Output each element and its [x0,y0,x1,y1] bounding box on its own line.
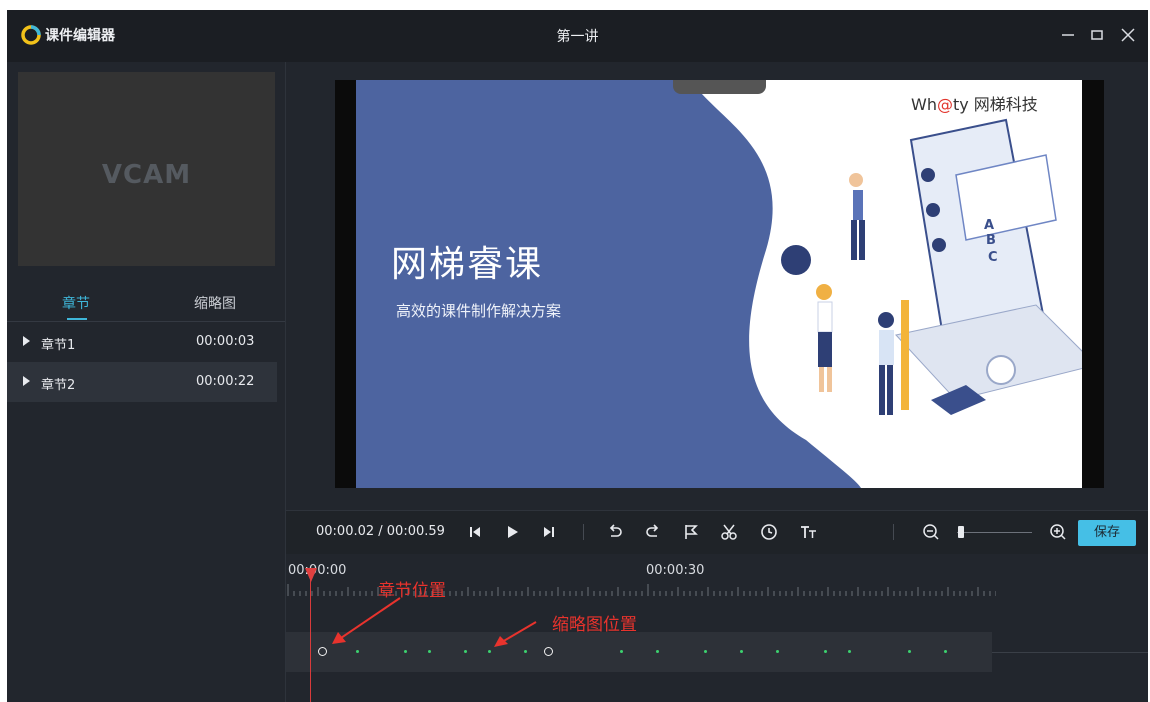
thumbnail-marker[interactable] [848,650,851,653]
thumbnail-marker[interactable] [776,650,779,653]
expand-arrow-icon[interactable] [23,376,30,386]
playhead-handle[interactable] [305,568,317,582]
expand-arrow-icon[interactable] [23,336,30,346]
tab-thumbnails[interactable]: 缩略图 [194,293,236,313]
save-button[interactable]: 保存 [1078,520,1136,546]
undo-icon[interactable] [604,521,626,543]
panel-tabs: 章节 缩略图 [7,281,285,322]
timecode: 00:00.02 / 00:00.59 [316,524,445,539]
document-title: 第一讲 [556,29,599,45]
camera-label: VCAM [101,160,192,190]
play-icon[interactable] [501,521,523,543]
tab-chapters[interactable]: 章节 [62,293,90,313]
zoom-slider[interactable] [957,532,1032,533]
thumbnail-marker[interactable] [944,650,947,653]
clock-icon[interactable] [758,521,780,543]
prev-frame-icon[interactable] [464,521,486,543]
scissors-icon[interactable] [718,521,740,543]
brand-suffix: ty 网梯科技 [952,95,1038,114]
slide-subtitle: 高效的课件制作解决方案 [396,302,562,320]
redo-icon[interactable] [642,521,664,543]
slide-stage: Wh@ty 网梯科技 网梯睿课 高效的课件制作解决方案 A B C [335,80,1104,488]
slide-preview[interactable]: Wh@ty 网梯科技 网梯睿课 高效的课件制作解决方案 A B C [356,80,1082,488]
thumbnail-marker[interactable] [824,650,827,653]
close-icon[interactable] [1117,24,1139,46]
zoom-in-icon[interactable] [1047,521,1069,543]
zoom-slider-knob[interactable] [957,526,964,538]
left-panel: VCAM 章节 缩略图 章节1 00:00:03 章节2 00:00:22 [7,62,286,702]
toolbar-divider [893,524,894,540]
playhead-line[interactable] [310,568,311,702]
thumbnail-marker[interactable] [656,650,659,653]
chapter-name: 章节2 [41,378,76,393]
time-label-start: 00:00:00 [288,563,347,578]
brand-logo-text: Wh@ty 网梯科技 [911,91,1038,115]
zoom-out-icon[interactable] [920,521,942,543]
thumbnail-marker[interactable] [704,650,707,653]
camera-preview: VCAM [18,72,275,266]
text-icon[interactable] [798,521,820,543]
toolbar-divider [583,524,584,540]
next-frame-icon[interactable] [538,521,560,543]
annotation-arrows [332,597,537,647]
playback-toolbar: 00:00.02 / 00:00.59 保存 [286,510,1148,556]
chapter-name: 章节1 [41,338,76,353]
active-tab-indicator [67,318,87,320]
flag-icon[interactable] [680,521,702,543]
thumbnail-marker[interactable] [740,650,743,653]
maximize-icon[interactable] [1086,24,1108,46]
chapter-time: 00:00:03 [196,334,255,349]
time-label-mid: 00:00:30 [646,563,705,578]
option-letter: A [984,218,995,233]
slide-float-toolbar[interactable] [673,80,766,94]
brand-at: @ [936,95,953,114]
course-editor-window: 课件编辑器 第一讲 VCAM 章节 缩略图 章节1 00:00:03 章节2 0… [7,10,1148,702]
thumbnail-marker[interactable] [620,650,623,653]
chapter-item[interactable]: 章节1 00:00:03 [7,322,277,362]
minimize-icon[interactable] [1057,24,1079,46]
title-bar: 课件编辑器 第一讲 [7,10,1148,63]
option-letter: B [986,233,996,248]
editor-area: Wh@ty 网梯科技 网梯睿课 高效的课件制作解决方案 A B C 00:00.… [286,62,1148,702]
slide-title: 网梯睿课 [391,244,544,285]
chapter-item[interactable]: 章节2 00:00:22 [7,362,277,402]
course-illustration [781,118,1082,415]
timeline[interactable]: 00:00:00 00:00:30 章节位置 缩略图位置 [286,554,1148,702]
chapter-time: 00:00:22 [196,374,255,389]
option-letter: C [988,250,998,265]
brand-prefix: Wh [911,95,937,114]
thumbnail-marker[interactable] [908,650,911,653]
